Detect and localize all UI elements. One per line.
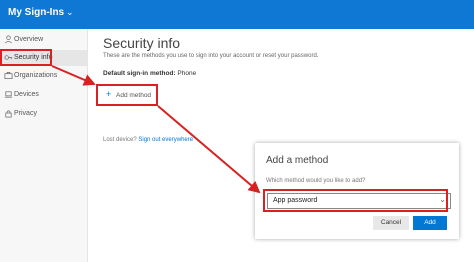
default-method: Default sign-in method: Phone: [103, 70, 196, 77]
chevron-down-icon[interactable]: ⌄: [66, 7, 74, 18]
lock-icon: [5, 110, 12, 118]
sign-out-everywhere-link[interactable]: Sign out everywhere: [138, 137, 193, 143]
app-title[interactable]: My Sign-Ins: [8, 7, 64, 18]
add-button[interactable]: Add: [413, 216, 447, 230]
sidebar-item-label: Devices: [14, 91, 39, 98]
sidebar-item-label: Overview: [14, 36, 44, 43]
sidebar-item-label: Privacy: [14, 110, 37, 117]
highlight-box-method-select: [263, 189, 448, 212]
sidebar-item-privacy[interactable]: Privacy: [0, 106, 87, 122]
sidebar-item-overview[interactable]: Overview: [0, 32, 87, 48]
sidebar-item-organizations[interactable]: Organizations: [0, 68, 87, 84]
header-bar: My Sign-Ins ⌄: [0, 0, 474, 29]
highlight-box-add-method: [96, 84, 158, 106]
page-description: These are the methods you use to sign in…: [103, 53, 319, 59]
default-method-label: Default sign-in method:: [103, 70, 176, 77]
page-title: Security info: [103, 35, 181, 51]
sidebar-item-devices[interactable]: Devices: [0, 87, 87, 103]
lost-device-label: Lost device?: [103, 137, 137, 143]
lost-device-text: Lost device? Sign out everywhere: [103, 137, 193, 143]
laptop-icon: [4, 91, 13, 98]
arrow-to-method-select: [157, 105, 261, 194]
highlight-box-security-info: [0, 49, 52, 66]
person-icon: [5, 35, 12, 44]
briefcase-icon: [4, 71, 13, 80]
cancel-button[interactable]: Cancel: [373, 216, 409, 230]
method-question: Which method would you like to add?: [266, 178, 366, 184]
sidebar-item-label: Organizations: [14, 72, 58, 79]
default-method-value: Phone: [177, 70, 197, 77]
dialog-title: Add a method: [266, 155, 329, 166]
